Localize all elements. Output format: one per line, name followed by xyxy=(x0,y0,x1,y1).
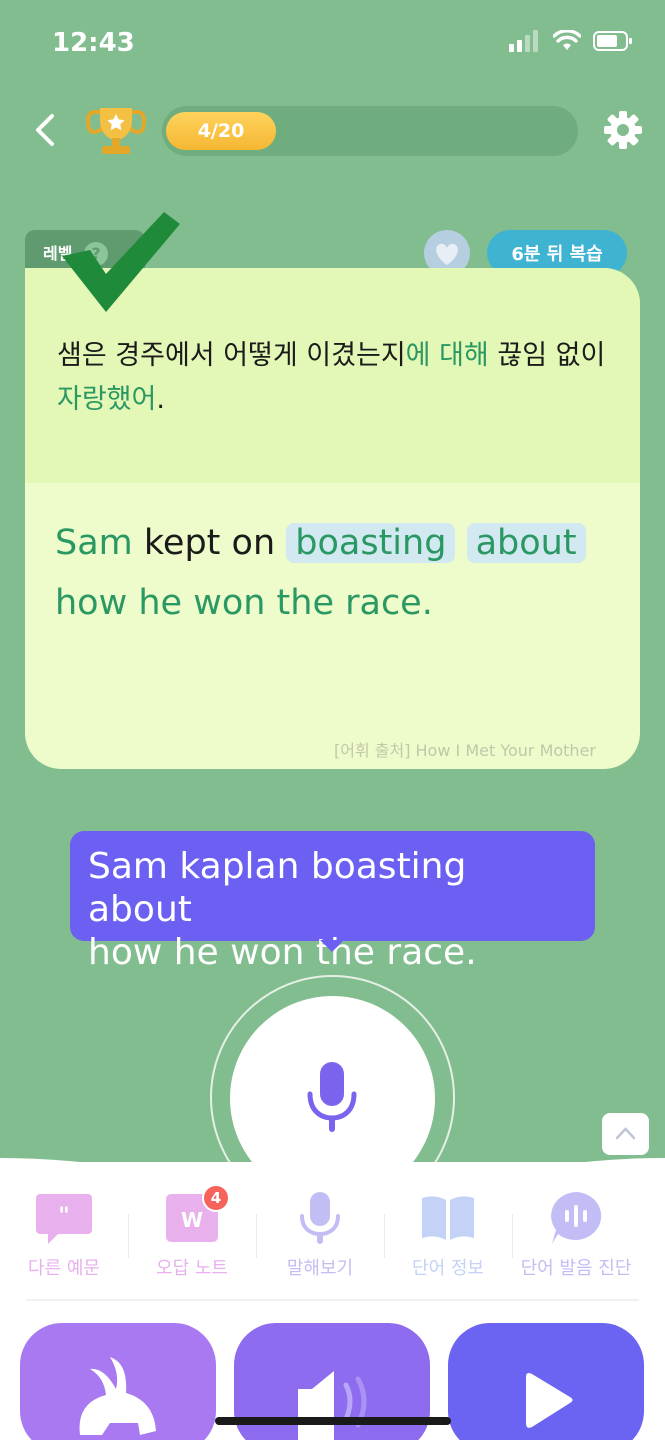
top-bar: 4/20 xyxy=(0,104,665,156)
tool-label: 단어 정보 xyxy=(412,1258,484,1279)
tool-other-examples[interactable]: " 다른 예문 xyxy=(0,1190,128,1290)
tool-label: 말해보기 xyxy=(286,1258,354,1279)
korean-highlight: 에 대해 xyxy=(405,340,489,371)
scroll-up-button[interactable] xyxy=(602,1113,649,1155)
tool-pronunciation[interactable]: 단어 발음 진단 xyxy=(512,1190,640,1290)
divider xyxy=(26,1299,639,1301)
quote-icon: " xyxy=(36,1194,92,1244)
rabbit-icon xyxy=(79,1357,156,1435)
trophy-icon[interactable] xyxy=(86,106,146,158)
english-word: Sam xyxy=(55,523,133,563)
microphone-icon[interactable] xyxy=(302,1062,362,1134)
home-indicator xyxy=(215,1417,451,1425)
english-keyword[interactable]: boasting xyxy=(286,523,456,563)
play-button[interactable] xyxy=(448,1323,644,1440)
tool-wrong-notes[interactable]: W 4 오답 노트 xyxy=(128,1184,256,1290)
checkmark-icon xyxy=(62,212,180,312)
tool-speak[interactable]: 말해보기 xyxy=(256,1190,384,1290)
mic-icon xyxy=(300,1192,340,1244)
sentence-card: 샘은 경주에서 어떻게 이겼는지에 대해 끊임 없이 자랑했어. Sam kep… xyxy=(25,268,640,769)
notification-badge: 4 xyxy=(202,1184,230,1212)
tool-label: 다른 예문 xyxy=(28,1258,100,1279)
korean-highlight: 자랑했어 xyxy=(57,384,157,415)
bubble-tail xyxy=(320,940,344,952)
battery-icon xyxy=(593,31,632,51)
english-sentence: Sam kept on boasting about how he won th… xyxy=(25,483,640,633)
status-time: 12:43 xyxy=(52,28,135,58)
recognized-text: how he won the race. xyxy=(88,932,477,973)
svg-text:W: W xyxy=(181,1208,203,1232)
english-word: how he won the race. xyxy=(55,583,433,623)
tool-bar: " 다른 예문 W 4 오답 노트 말해보기 단어 정보 단어 발음 진단 xyxy=(0,1184,665,1290)
english-keyword[interactable]: about xyxy=(466,523,586,563)
status-icons xyxy=(509,30,633,52)
back-icon[interactable] xyxy=(30,110,60,150)
korean-text: . xyxy=(156,384,165,415)
korean-text: 끊임 없이 xyxy=(488,340,606,371)
gear-icon[interactable] xyxy=(603,110,643,150)
progress-fill: 4/20 xyxy=(166,112,276,150)
chevron-up-icon xyxy=(615,1127,636,1140)
pronunciation-icon xyxy=(551,1192,602,1244)
progress-bar: 4/20 xyxy=(162,106,578,156)
korean-text: 샘은 경주에서 어떻게 이겼는지 xyxy=(57,340,406,371)
english-word-missed: kept on xyxy=(143,523,276,563)
tool-label: 단어 발음 진단 xyxy=(520,1258,632,1279)
source-credit: [어휘 출처] How I Met Your Mother xyxy=(333,741,596,760)
svg-text:": " xyxy=(58,1204,69,1229)
book-icon xyxy=(422,1196,474,1240)
play-icon xyxy=(526,1373,573,1428)
wifi-icon xyxy=(553,30,581,50)
speech-recognition-bubble: Sam kaplan boasting about how he won the… xyxy=(70,831,595,973)
slow-play-button[interactable] xyxy=(20,1323,216,1440)
tool-word-info[interactable]: 단어 정보 xyxy=(384,1190,512,1290)
tool-label: 오답 노트 xyxy=(156,1258,228,1279)
recognized-text: Sam kaplan boasting about xyxy=(88,846,467,930)
signal-icon xyxy=(509,30,538,52)
